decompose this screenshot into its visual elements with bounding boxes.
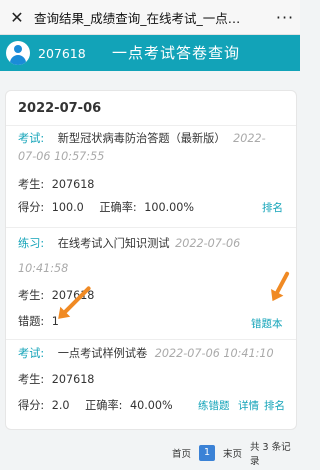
detail-link[interactable]: 详情 <box>238 396 259 416</box>
record-type-tag: 考试: <box>18 132 45 145</box>
ranking-link[interactable]: 排名 <box>264 396 285 416</box>
ranking-link[interactable]: 排名 <box>262 198 283 218</box>
record-name[interactable]: 在线考试入门知识测试 <box>58 237 170 250</box>
record-time: 2022-07-06 <box>175 237 241 250</box>
accuracy-value: 100.00% <box>144 201 194 214</box>
record-time: 2022-07-06 10:41:10 <box>154 347 274 360</box>
record-date: 2022-07-06 <box>18 101 102 116</box>
app-header: 207618 一点考试答卷查询 <box>0 35 300 71</box>
wrong-book-link[interactable]: 错题本 <box>251 314 283 334</box>
record-2-title-row[interactable]: 练习: 在线考试入门知识测试 2022-07-06 <box>18 234 240 254</box>
examinee-row: 考生: 207618 <box>18 370 94 390</box>
record-time-cont: 07-06 10:57:55 <box>18 150 105 163</box>
examinee-label: 考生: <box>18 178 45 191</box>
first-page-link[interactable]: 首页 <box>172 446 191 460</box>
score-row: 得分: 2.0 正确率: 40.00% <box>18 396 173 416</box>
record-1-title-row[interactable]: 考试: 新型冠状病毒防治答题（最新版） 2022- <box>18 129 266 149</box>
practice-wrong-link[interactable]: 练错题 <box>198 396 230 416</box>
examinee-row: 考生: 207618 <box>18 175 94 195</box>
close-icon[interactable]: ✕ <box>0 8 34 27</box>
last-page-link[interactable]: 末页 <box>223 446 242 460</box>
record-3-title-row[interactable]: 考试: 一点考试样例试卷 2022-07-06 10:41:10 <box>18 344 274 364</box>
examinee-value: 207618 <box>51 373 95 386</box>
record-name[interactable]: 一点考试样例试卷 <box>58 347 148 360</box>
current-page[interactable]: 1 <box>199 445 215 461</box>
score-row: 得分: 100.0 正确率: 100.00% <box>18 198 194 218</box>
record-type-tag: 练习: <box>18 237 45 250</box>
pagination: 首页 1 末页 共 3 条记录 <box>172 442 300 467</box>
window-title: 查询结果_成绩查询_在线考试_一点… <box>34 10 241 26</box>
accuracy-value: 40.00% <box>129 399 173 412</box>
avatar-icon[interactable] <box>6 41 30 65</box>
score-value: 2.0 <box>51 399 70 412</box>
wrong-row: 错题: 1 <box>18 312 59 332</box>
record-time: 2022- <box>233 132 266 145</box>
record-name[interactable]: 新型冠状病毒防治答题（最新版） <box>58 132 226 145</box>
accuracy-label: 正确率: <box>99 201 137 214</box>
divider <box>6 227 296 228</box>
examinee-value: 207618 <box>51 178 95 191</box>
divider <box>6 339 296 340</box>
wrong-label: 错题: <box>18 315 45 328</box>
record-type-tag: 考试: <box>18 347 45 360</box>
more-icon[interactable]: ··· <box>270 8 300 27</box>
divider <box>6 125 296 126</box>
score-label: 得分: <box>18 201 45 214</box>
record-time-cont: 10:41:58 <box>18 262 69 275</box>
username: 207618 <box>38 45 86 61</box>
record-card: 2022-07-06 考试: 新型冠状病毒防治答题（最新版） 2022- 07-… <box>5 90 297 430</box>
score-label: 得分: <box>18 399 45 412</box>
score-value: 100.0 <box>51 201 84 214</box>
browser-title-bar: ✕ 查询结果_成绩查询_在线考试_一点… ··· <box>0 0 300 35</box>
record-count: 共 3 条记录 <box>249 442 291 467</box>
examinee-label: 考生: <box>18 289 45 302</box>
examinee-label: 考生: <box>18 373 45 386</box>
page-title: 一点考试答卷查询 <box>112 44 241 62</box>
accuracy-label: 正确率: <box>85 399 123 412</box>
